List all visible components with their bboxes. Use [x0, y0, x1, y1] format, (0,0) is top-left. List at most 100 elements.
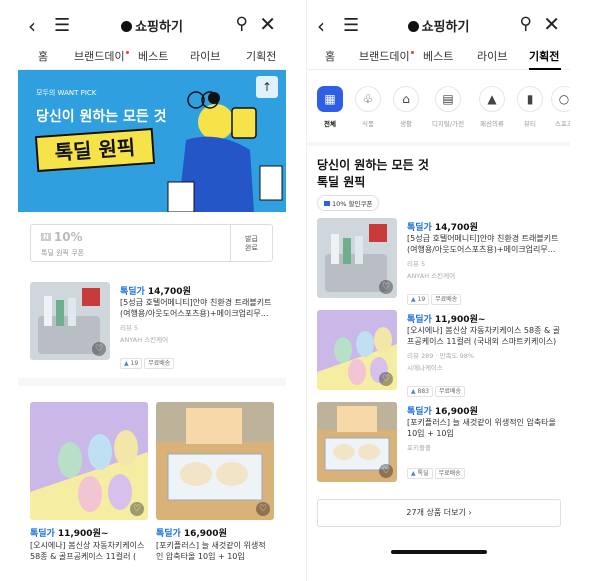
tab-best[interactable]: 베스트	[138, 48, 168, 64]
search-icon[interactable]: ⚲	[236, 14, 248, 34]
product-review: 리뷰 5	[407, 260, 426, 268]
home-indicator	[391, 550, 487, 554]
category-sports[interactable]: ○스포츠	[547, 86, 570, 128]
tab-live[interactable]: 라이브	[477, 48, 507, 64]
product-badges: ▲ 19 무료배송	[407, 286, 463, 305]
search-icon[interactable]: ⚲	[520, 14, 532, 34]
coupon-percent: N 10%	[41, 230, 83, 244]
more-products-button[interactable]: 27개 상품 더보기 ›	[317, 499, 561, 527]
active-tab-indicator	[529, 68, 561, 70]
promo-banner[interactable]: 모두의 WANT PICK 당신이 원하는 모든 것 톡딜 원픽 ↑	[18, 70, 286, 212]
badge-free-shipping: 무료배송	[434, 468, 465, 479]
tab-brandday[interactable]: 브랜드데이	[359, 48, 414, 64]
product-name-line2: 58종 & 골프공케이스 11컬러 (	[30, 552, 137, 561]
new-dot	[125, 51, 129, 54]
product-brand: ANYAH 스킨케어	[120, 336, 169, 344]
lipstick-icon: ▮	[517, 86, 543, 112]
product-name: [포키플러스] 늘 새것같이 위생적인 압축타올 10입 + 10입	[407, 418, 556, 438]
product-item[interactable]: ♡ 톡딜가 14,700원 [5성급 호텔어메니티]안야 친환경 트래블키트(여행…	[317, 218, 563, 305]
n-logo-icon: N	[41, 233, 51, 241]
badge-free-shipping: 무료배송	[435, 386, 466, 397]
product-review: 리뷰 5	[120, 324, 139, 332]
product-item[interactable]: ♡ 톡딜가 16,900원 [포키플러스] 늘 새것같이 위생적인 압축타올 10…	[317, 402, 563, 482]
tab-bar: 홈 브랜드데이 베스트 라이브 기획전	[18, 44, 286, 70]
product-brand: 시에나케이스	[407, 364, 443, 372]
category-digital[interactable]: ▤ 디지털/가전	[431, 86, 465, 128]
new-dot	[410, 51, 414, 54]
product-price: 톡딜가 14,700원	[120, 287, 191, 297]
product-price: 톡딜가 11,900원~	[407, 315, 486, 325]
tab-exhibition[interactable]: 기획전	[529, 48, 559, 64]
product-image: ♡	[317, 310, 397, 390]
product-image: ♡	[30, 402, 148, 520]
product-name: [5성급 호텔어메니티]안야 친환경 트래블키트(여행용/아웃도어스포츠용)+메…	[407, 234, 559, 254]
product-price: 톡딜가 11,900원~	[30, 529, 109, 539]
product-item[interactable]: ♡ 톡딜가 11,900원~ [오시에나] 봄신상 자동차키케이스 58종 & 골…	[317, 310, 563, 397]
product-price: 톡딜가 16,900원	[156, 529, 227, 539]
chat-bubble-icon	[407, 21, 419, 32]
tab-live[interactable]: 라이브	[190, 48, 220, 64]
category-beauty[interactable]: ▮ 뷰티	[513, 86, 547, 128]
tab-exhibition[interactable]: 기획전	[246, 48, 276, 64]
tab-brandday[interactable]: 브랜드데이	[74, 48, 129, 64]
product-brand: 포키플플	[407, 444, 431, 452]
grid-product-item[interactable]: ♡ 톡딜가 16,900원 [포키플러스] 늘 새것같이 위생적 인 압축타올 1…	[156, 402, 274, 581]
grid-product-item[interactable]: ♡ 톡딜가 11,900원~ [오시에나] 봄신상 자동차키케이스 58종 & 골…	[30, 402, 148, 581]
close-icon[interactable]: ✕	[543, 12, 560, 36]
section-divider	[307, 142, 570, 146]
product-brand: ANYAH 스킨케어	[407, 272, 456, 280]
discount-coupon-chip[interactable]: 10% 할인쿠폰	[317, 195, 380, 211]
tab-best[interactable]: 베스트	[423, 48, 453, 64]
heart-icon[interactable]: ♡	[379, 372, 393, 386]
home-icon: ⌂	[393, 86, 419, 112]
top-bar: ‹ ☰ 쇼핑하기 ⚲ ✕	[18, 12, 286, 40]
banner-eyebrow: 모두의 WANT PICK	[36, 89, 97, 97]
tab-bar: 홈 브랜드데이 베스트 라이브 기획전	[307, 44, 570, 70]
badge-count: ▲ 19	[120, 358, 143, 369]
coupon-name: 톡딜 원픽 쿠폰	[41, 249, 85, 257]
coupon-card: N 10% 톡딜 원픽 쿠폰 발급 완료	[30, 224, 273, 262]
towel-box-image	[156, 402, 274, 501]
laptop-icon: ▤	[435, 86, 461, 112]
heart-icon[interactable]: ♡	[379, 464, 393, 478]
badge-free-shipping: 무료배송	[431, 294, 462, 305]
badge-tokdeal: ▲ 톡딜	[407, 468, 433, 479]
product-image: ♡	[317, 402, 397, 482]
chat-bubble-icon	[121, 21, 133, 32]
category-food[interactable]: ♧ 식품	[351, 86, 385, 128]
product-image: ♡	[30, 282, 110, 360]
product-badges: ▲ 톡딜 무료배송	[407, 460, 467, 479]
badge-count: ▲ 19	[407, 294, 430, 305]
top-bar: ‹ ☰ 쇼핑하기 ⚲ ✕	[307, 12, 570, 40]
close-icon[interactable]: ✕	[259, 12, 276, 36]
product-name: [오시에나] 봄신상 자동차키케이스 58종 & 골프공케이스 11컬러 (국내…	[407, 326, 561, 346]
product-price: 톡딜가 16,900원	[407, 407, 478, 417]
category-bar: ▦전체 ♧식품 ⌂생활 ▤디지털/가전 ▲패션의류 ▮뷰티 ○스포츠	[307, 86, 570, 136]
category-all[interactable]: ▦ 전체	[313, 86, 347, 128]
badge-count: ▲ 883	[407, 386, 433, 397]
product-name-line1: [포키플러스] 늘 새것같이 위생적	[156, 541, 266, 550]
product-item[interactable]: ♡ 톡딜가 14,700원 [5성급 호텔어메니티]안야 친환경 트래블키트(여행…	[30, 282, 274, 369]
product-name-line2: 인 압축타올 10입 + 10입	[156, 552, 245, 561]
product-image: ♡	[156, 402, 274, 520]
coupon-icon	[324, 201, 330, 206]
heart-icon[interactable]: ♡	[92, 342, 106, 356]
tab-home[interactable]: 홈	[38, 48, 48, 64]
category-living[interactable]: ⌂ 생활	[389, 86, 423, 128]
banner-headline: 당신이 원하는 모든 것	[36, 109, 167, 125]
tab-home[interactable]: 홈	[325, 48, 335, 64]
badge-free-shipping: 무료배송	[144, 358, 175, 369]
heart-icon[interactable]: ♡	[379, 280, 393, 294]
coupon-issue-button[interactable]: 발급 완료	[230, 225, 272, 261]
heart-icon[interactable]: ♡	[130, 502, 144, 516]
left-screen: ‹ ☰ 쇼핑하기 ⚲ ✕ 홈 브랜드데이 베스트 라이브 기획전 모두의 WAN…	[18, 0, 286, 581]
shirt-icon: ▲	[479, 86, 505, 112]
product-price: 톡딜가 14,700원	[407, 223, 478, 233]
chevron-right-icon: ›	[468, 508, 472, 517]
grid-icon: ▦	[317, 86, 343, 112]
share-icon[interactable]: ↑	[256, 76, 278, 98]
ball-icon: ○	[551, 86, 570, 112]
category-fashion[interactable]: ▲ 패션의류	[475, 86, 509, 128]
product-name: [5성급 호텔어메니티]안야 친환경 트래블키트(여행용/아웃도어스포츠용)+메…	[120, 298, 272, 318]
heart-icon[interactable]: ♡	[256, 502, 270, 516]
